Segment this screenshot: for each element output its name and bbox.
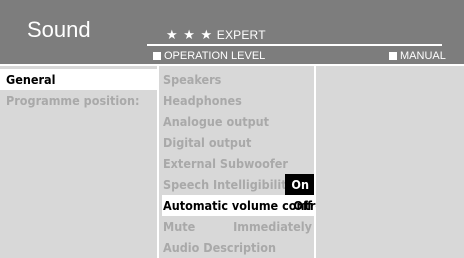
menu-item-external-subwoofer[interactable]: External Subwoofer bbox=[162, 153, 314, 174]
menu-item-analogue-output[interactable]: Analogue output bbox=[162, 111, 314, 132]
setting-value-immediately: Immediately bbox=[233, 219, 312, 234]
menu-item-label: Headphones bbox=[163, 93, 242, 108]
operation-level-legend: OPERATION LEVEL bbox=[153, 50, 265, 62]
menu-item-label: External Subwoofer bbox=[163, 156, 288, 171]
menu-item-automatic-volume-control[interactable]: Automatic volume control Off bbox=[162, 195, 327, 216]
detail-panel bbox=[316, 66, 464, 258]
menu-item-programme-position[interactable]: Programme position: bbox=[0, 90, 139, 111]
menu-item-label: Speech Intelligibility bbox=[163, 177, 294, 192]
level-stars-icon: ★ ★ ★ bbox=[166, 27, 214, 42]
level-name: EXPERT bbox=[216, 28, 266, 42]
sound-settings-panel: Speakers Headphones Analogue output Digi… bbox=[159, 66, 327, 258]
manual-label: MANUAL bbox=[400, 50, 446, 62]
menu-item-label: Mute bbox=[163, 219, 196, 234]
setting-value-off[interactable]: Off bbox=[293, 195, 312, 216]
operation-level-indicator: ★ ★ ★ EXPERT bbox=[166, 27, 266, 43]
square-icon bbox=[389, 52, 397, 60]
menu-header: Sound ★ ★ ★ EXPERT OPERATION LEVEL MANUA… bbox=[0, 0, 464, 64]
menu-item-label: Analogue output bbox=[163, 114, 270, 129]
menu-item-label: Speakers bbox=[163, 72, 222, 87]
menu-item-label: Audio Description bbox=[163, 240, 276, 255]
menu-item-digital-output[interactable]: Digital output bbox=[162, 132, 314, 153]
menu-item-speech-intelligibility[interactable]: Speech Intelligibility On bbox=[162, 174, 314, 195]
square-icon bbox=[153, 52, 161, 60]
menu-item-audio-description[interactable]: Audio Description bbox=[162, 237, 314, 258]
menu-item-mute[interactable]: Mute Immediately bbox=[162, 216, 314, 237]
header-divider bbox=[147, 44, 442, 46]
menu-item-label: Digital output bbox=[163, 135, 252, 150]
setting-value-on[interactable]: On bbox=[285, 174, 314, 195]
menu-item-speakers[interactable]: Speakers bbox=[162, 69, 314, 90]
menu-item-general[interactable]: General bbox=[0, 69, 157, 90]
page-title: Sound bbox=[27, 17, 91, 42]
operation-level-label: OPERATION LEVEL bbox=[164, 50, 266, 62]
manual-legend: MANUAL bbox=[389, 50, 446, 62]
menu-item-headphones[interactable]: Headphones bbox=[162, 90, 314, 111]
left-menu-panel: General Programme position: bbox=[0, 66, 157, 258]
